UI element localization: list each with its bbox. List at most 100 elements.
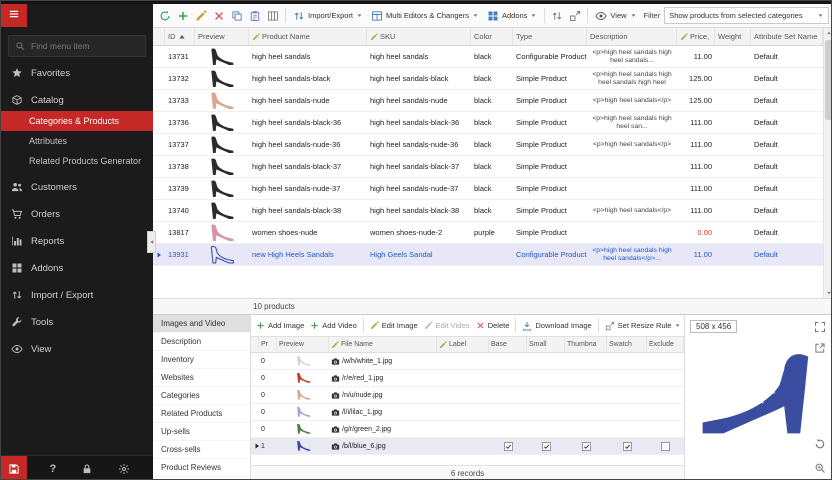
edit-video-button[interactable]: Edit Video: [422, 320, 472, 331]
product-row-13731[interactable]: 13731high heel sandalshigh heel sandalsb…: [153, 46, 823, 68]
sidebar-item-tools[interactable]: Tools: [1, 311, 153, 333]
column-header-weight[interactable]: Weight: [715, 28, 751, 45]
sidebar-item-orders[interactable]: Orders: [1, 203, 153, 225]
edit-product-button[interactable]: [193, 7, 209, 25]
detail-column-header-pr[interactable]: Pr: [259, 337, 277, 352]
image-row-w-h-white-1-jpg[interactable]: 0/w/h/white_1.jpg: [251, 353, 684, 370]
gear-icon[interactable]: [118, 463, 130, 475]
detail-column-header-thumbna[interactable]: Thumbna: [565, 337, 607, 352]
detail-column-header-label[interactable]: Label: [437, 337, 489, 352]
copy-button[interactable]: [229, 7, 245, 25]
category-filter-select[interactable]: Show products from selected categories: [664, 7, 829, 24]
scrollbar-thumb[interactable]: [825, 40, 832, 120]
product-row-13737[interactable]: 13737high heel sandals-nude-36high heel …: [153, 134, 823, 156]
product-row-13739[interactable]: 13739high heel sandals-nude-37high heel …: [153, 178, 823, 200]
tab-categories[interactable]: Categories: [153, 387, 250, 405]
sidebar-item-attributes[interactable]: Attributes: [1, 131, 153, 151]
base-checkbox[interactable]: [504, 442, 513, 451]
zoom-icon[interactable]: [814, 462, 826, 474]
image-row-b-l-blue-6-jpg[interactable]: 1/b/l/blue_6.jpg: [251, 438, 684, 455]
main-menu-button[interactable]: [1, 1, 27, 27]
column-header-sku[interactable]: SKU: [367, 28, 471, 45]
sidebar-item-customers[interactable]: Customers: [1, 176, 153, 198]
tab-description[interactable]: Description: [153, 333, 250, 351]
add-image-button[interactable]: Add Image: [254, 320, 306, 331]
paste-button[interactable]: [247, 7, 263, 25]
resize-columns-button[interactable]: [567, 7, 583, 25]
help-icon[interactable]: ?: [50, 463, 57, 475]
sidebar-item-related-products-generator[interactable]: Related Products Generator: [1, 151, 153, 171]
fullscreen-icon[interactable]: [814, 321, 826, 333]
image-row-l-i-lilac-1-jpg[interactable]: 0/l/i/lilac_1.jpg: [251, 404, 684, 421]
scroll-up-button[interactable]: [824, 28, 832, 38]
product-row-13733[interactable]: 13733high heel sandals-nudehigh heel san…: [153, 90, 823, 112]
column-header-type[interactable]: Type: [513, 28, 587, 45]
product-row-13817[interactable]: 13817women shoes-nudewomen shoes-nude-2p…: [153, 222, 823, 244]
sidebar-item-catalog[interactable]: Catalog: [1, 89, 153, 111]
column-header-price[interactable]: Price,: [677, 28, 715, 45]
rotate-icon[interactable]: [814, 438, 826, 450]
swatch-checkbox[interactable]: [623, 442, 632, 451]
set-resize-rule-button[interactable]: Set Resize Rule: [603, 320, 684, 332]
column-header-preview[interactable]: Preview: [195, 28, 249, 45]
delete-image-button[interactable]: Delete: [474, 320, 512, 331]
sidebar-item-addons[interactable]: Addons: [1, 257, 153, 279]
refresh-button[interactable]: [157, 7, 173, 25]
tab-related-products[interactable]: Related Products: [153, 405, 250, 423]
check-icon: [624, 443, 631, 450]
tab-product-reviews[interactable]: Product Reviews: [153, 459, 250, 477]
image-row-r-e-red-1-jpg[interactable]: 0/r/e/red_1.jpg: [251, 370, 684, 387]
tab-up-sells[interactable]: Up-sells: [153, 423, 250, 441]
product-row-13732[interactable]: 13732high heel sandals-blackhigh heel sa…: [153, 68, 823, 90]
add-product-button[interactable]: [175, 7, 191, 25]
multi-editors-menu[interactable]: Multi Editors & Changers: [368, 9, 482, 23]
caret-down-icon: [630, 12, 637, 19]
small-checkbox[interactable]: [542, 442, 551, 451]
download-image-button[interactable]: Download Image: [520, 320, 593, 332]
sidebar-item-import-export[interactable]: Import / Export: [1, 284, 153, 306]
column-header-product-name[interactable]: Product Name: [249, 28, 367, 45]
scroll-down-button[interactable]: [824, 288, 832, 298]
exclude-checkbox[interactable]: [661, 442, 670, 451]
delete-product-button[interactable]: [211, 7, 227, 25]
addons-menu[interactable]: Addons: [484, 9, 540, 23]
tab-websites[interactable]: Websites: [153, 369, 250, 387]
sidebar-search-input[interactable]: Find menu item: [8, 35, 146, 57]
lock-icon[interactable]: [81, 463, 93, 475]
view-menu[interactable]: View: [592, 9, 639, 23]
column-header-description[interactable]: Description: [587, 28, 677, 45]
product-row-13738[interactable]: 13738high heel sandals-black-37high heel…: [153, 156, 823, 178]
image-row-n-u-nude-jpg[interactable]: 0/n/u/nude.jpg: [251, 387, 684, 404]
sidebar-item-favorites[interactable]: Favorites: [1, 62, 153, 84]
detail-column-header-file-name[interactable]: File Name: [329, 337, 437, 352]
tab-inventory[interactable]: Inventory: [153, 351, 250, 369]
detail-column-header-base[interactable]: Base: [489, 337, 527, 352]
detail-column-header-preview[interactable]: Preview: [277, 337, 329, 352]
tab-images-and-video[interactable]: Images and Video: [153, 315, 250, 333]
detail-column-header-exclude[interactable]: Exclude: [647, 337, 684, 352]
detail-column-header-small[interactable]: Small: [527, 337, 565, 352]
column-header-color[interactable]: Color: [471, 28, 513, 45]
preview-top-icons: [814, 321, 826, 354]
sidebar-item-view[interactable]: View: [1, 338, 153, 360]
add-video-button[interactable]: Add Video: [308, 320, 358, 331]
product-row-13931[interactable]: 13931new High Heels SandalsHigh Geels Sa…: [153, 244, 823, 266]
image-row-g-r-green-2-jpg[interactable]: 0/g/r/green_2.jpg: [251, 421, 684, 438]
sidebar-item-categories-products[interactable]: Categories & Products: [1, 111, 153, 131]
columns-button[interactable]: [265, 7, 281, 25]
sort-button[interactable]: [549, 7, 565, 25]
detail-column-header-swatch[interactable]: Swatch: [607, 337, 647, 352]
tab-cross-sells[interactable]: Cross-sells: [153, 441, 250, 459]
vertical-scrollbar[interactable]: [823, 28, 832, 298]
column-header-attribute-set-name[interactable]: Attribute Set Name: [751, 28, 823, 45]
sidebar-collapse-handle[interactable]: [147, 231, 156, 253]
import-export-menu[interactable]: Import/Export: [290, 9, 366, 23]
edit-image-button[interactable]: Edit Image: [368, 320, 420, 331]
thumbnail-checkbox[interactable]: [582, 442, 591, 451]
sidebar-item-reports[interactable]: Reports: [1, 230, 153, 252]
open-external-icon[interactable]: [814, 342, 826, 354]
product-row-13736[interactable]: 13736high heel sandals-black-36high heel…: [153, 112, 823, 134]
product-row-13740[interactable]: 13740high heel sandals-black-38high heel…: [153, 200, 823, 222]
column-header-id[interactable]: ID: [165, 28, 195, 45]
save-button[interactable]: [1, 456, 27, 480]
